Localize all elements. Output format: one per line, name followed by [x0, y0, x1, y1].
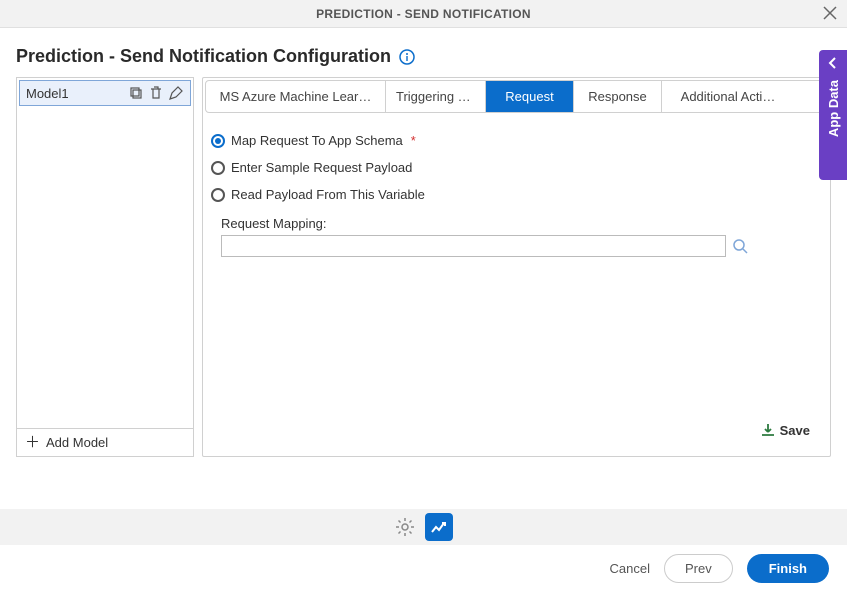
radio-label: Map Request To App Schema — [231, 133, 403, 148]
radio-icon-checked — [211, 134, 225, 148]
close-icon — [823, 6, 837, 20]
sidebar-spacer — [17, 108, 193, 428]
action-row: Cancel Prev Finish — [610, 554, 829, 583]
tab-bar: MS Azure Machine Lear… Triggering Ev… Re… — [205, 80, 828, 113]
radio-icon-unchecked — [211, 188, 225, 202]
chart-icon — [430, 518, 448, 536]
radio-map-schema[interactable]: Map Request To App Schema * — [211, 127, 822, 154]
radio-label: Read Payload From This Variable — [231, 187, 425, 202]
model-item-selected[interactable]: Model1 — [19, 80, 191, 106]
modal-header: PREDICTION - SEND NOTIFICATION — [0, 0, 847, 28]
model-actions — [128, 85, 184, 101]
save-button[interactable]: Save — [780, 423, 810, 438]
tab-azure[interactable]: MS Azure Machine Lear… — [206, 81, 386, 112]
finish-button[interactable]: Finish — [747, 554, 829, 583]
model-name: Model1 — [26, 86, 69, 101]
model-sidebar: Model1 ＋ Add Model — [16, 77, 194, 457]
add-model-button[interactable]: ＋ Add Model — [17, 428, 193, 456]
chevron-left-icon — [826, 56, 840, 70]
trash-icon[interactable] — [148, 85, 164, 101]
main-panel: MS Azure Machine Lear… Triggering Ev… Re… — [202, 77, 831, 457]
request-mapping-section: Request Mapping: — [211, 208, 822, 257]
download-icon — [760, 422, 776, 438]
cancel-button[interactable]: Cancel — [610, 561, 650, 576]
mapping-input-row — [221, 235, 822, 257]
radio-icon-unchecked — [211, 161, 225, 175]
edit-icon[interactable] — [168, 85, 184, 101]
modal-title: PREDICTION - SEND NOTIFICATION — [316, 7, 531, 21]
app-data-side-tab[interactable]: App Data — [819, 50, 847, 180]
tab-triggering-events[interactable]: Triggering Ev… — [386, 81, 486, 112]
info-icon[interactable] — [399, 49, 415, 65]
required-asterisk: * — [411, 133, 416, 148]
save-row: Save — [211, 416, 822, 444]
analytics-button[interactable] — [425, 513, 453, 541]
search-icon[interactable] — [732, 238, 748, 254]
radio-sample-payload[interactable]: Enter Sample Request Payload — [211, 154, 822, 181]
footer-toolbar — [0, 509, 847, 545]
tab-request[interactable]: Request — [486, 81, 574, 112]
content-area: Model1 ＋ Add Model MS Azure Machine Lear… — [0, 77, 847, 457]
radio-label: Enter Sample Request Payload — [231, 160, 412, 175]
tab-additional-actions[interactable]: Additional Acti… — [662, 81, 794, 112]
gear-icon[interactable] — [395, 517, 415, 537]
request-panel-body: Map Request To App Schema * Enter Sample… — [203, 115, 830, 456]
add-model-label: Add Model — [46, 435, 108, 450]
plus-icon: ＋ — [25, 435, 40, 450]
page-title: Prediction - Send Notification Configura… — [16, 46, 391, 67]
request-mapping-input[interactable] — [221, 235, 726, 257]
radio-variable-payload[interactable]: Read Payload From This Variable — [211, 181, 822, 208]
panel-spacer — [211, 257, 822, 416]
copy-icon[interactable] — [128, 85, 144, 101]
request-mapping-label: Request Mapping: — [221, 216, 822, 231]
prev-button[interactable]: Prev — [664, 554, 733, 583]
page-title-row: Prediction - Send Notification Configura… — [0, 28, 847, 77]
app-data-label: App Data — [826, 80, 841, 137]
tab-response[interactable]: Response — [574, 81, 662, 112]
close-button[interactable] — [823, 5, 837, 23]
